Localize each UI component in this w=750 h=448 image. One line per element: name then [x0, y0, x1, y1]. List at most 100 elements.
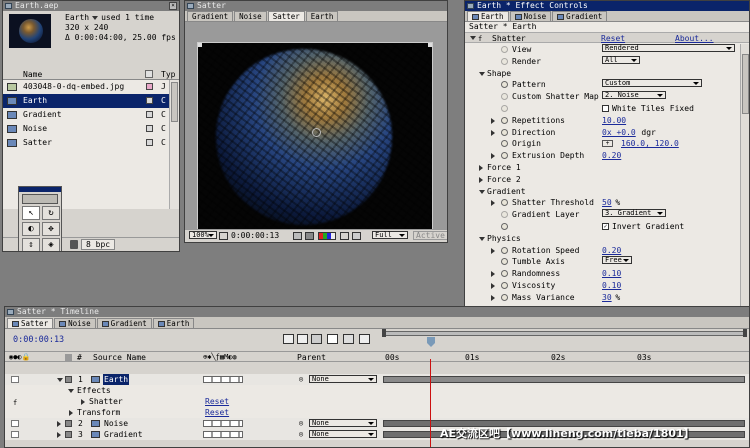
stopwatch-icon[interactable] [501, 116, 508, 124]
table-row[interactable]: 1 Earth ◎ None [5, 374, 749, 385]
label-color-swatch[interactable] [146, 125, 153, 132]
project-scrollbar[interactable] [169, 80, 179, 209]
tab-satter[interactable]: Satter [7, 318, 54, 328]
property-value[interactable]: 0.20 [602, 245, 621, 257]
project-list-item[interactable]: Satter C [3, 136, 179, 150]
property-dropdown[interactable]: Free [602, 256, 632, 265]
parent-dropdown[interactable]: None [309, 419, 377, 427]
timeline-current-time[interactable]: 0:00:00:13 [13, 335, 64, 345]
column-source-name[interactable]: Source Name [93, 352, 146, 363]
twirl-closed-icon[interactable] [479, 176, 483, 183]
label-color-swatch[interactable] [146, 111, 153, 118]
bit-depth-button[interactable]: 8 bpc [81, 239, 116, 250]
project-list-item[interactable]: Noise C [3, 122, 179, 136]
tab-noise[interactable]: Noise [234, 11, 267, 21]
twirl-open-icon[interactable] [479, 71, 485, 76]
draft-3d-icon[interactable] [297, 334, 308, 344]
pick-whip-icon[interactable]: ◎ [299, 418, 303, 429]
tab-gradient[interactable]: Gradient [187, 11, 234, 21]
safe-zones-icon[interactable] [219, 232, 228, 240]
twirl-closed-icon[interactable] [491, 247, 495, 254]
comp-marker-icon[interactable] [283, 334, 294, 344]
property-dropdown[interactable]: All [602, 55, 640, 64]
reset-link[interactable]: Reset [205, 396, 229, 407]
twirl-open-icon[interactable] [479, 189, 485, 194]
twirl-closed-icon[interactable] [81, 399, 85, 405]
layer-duration-bar[interactable] [383, 376, 745, 383]
rotate-tool-icon[interactable]: ↻ [42, 206, 60, 220]
stopwatch-icon[interactable] [501, 128, 508, 136]
twirl-closed-icon[interactable] [491, 271, 495, 278]
track-z-tool-icon[interactable]: ⇕ [22, 238, 40, 251]
twirl-closed-icon[interactable] [491, 200, 495, 207]
layer-switches[interactable] [203, 376, 243, 383]
playhead-line[interactable] [430, 359, 431, 447]
tab-gradient[interactable]: Gradient [552, 11, 608, 21]
twirl-closed-icon[interactable] [479, 165, 483, 171]
property-dropdown[interactable]: Custom [602, 79, 702, 88]
property-value[interactable]: 10.00 [602, 115, 626, 127]
shy-layers-icon[interactable] [311, 334, 322, 344]
property-value[interactable]: 0.10 [602, 280, 621, 292]
twirl-closed-icon[interactable] [491, 153, 495, 160]
twirl-closed-icon[interactable] [69, 410, 73, 416]
time-navigator[interactable] [383, 331, 747, 336]
tools-title-bar[interactable] [19, 187, 61, 192]
effect-controls-title-bar[interactable]: Earth * Effect Controls [465, 1, 749, 11]
column-name[interactable]: Name [23, 70, 42, 79]
scroll-thumb[interactable] [171, 82, 178, 122]
checkbox[interactable] [602, 105, 609, 112]
parent-dropdown[interactable]: None [309, 375, 377, 383]
frame-blending-icon[interactable] [327, 334, 338, 344]
layer-switches[interactable] [203, 431, 243, 438]
property-value[interactable]: 50 [602, 197, 612, 209]
property-value[interactable]: 30 [602, 292, 612, 304]
tab-earth[interactable]: Earth [467, 11, 509, 21]
label-color-swatch[interactable] [146, 97, 153, 104]
motion-blur-icon[interactable] [343, 334, 354, 344]
timeline-title-bar[interactable]: Satter * Timeline [5, 307, 749, 317]
stopwatch-icon[interactable] [501, 282, 508, 289]
table-row[interactable]: Effects [5, 385, 749, 396]
column-type[interactable]: Typ [161, 70, 175, 79]
pan-behind-tool-icon[interactable]: ◈ [42, 238, 60, 251]
twirl-closed-icon[interactable] [491, 129, 495, 136]
project-list-item[interactable]: 403048-0-dq-embed.jpg J [3, 80, 179, 94]
label-color-swatch[interactable] [65, 431, 72, 438]
pick-whip-icon[interactable]: ◎ [299, 429, 303, 440]
zoom-dropdown[interactable]: 100% [189, 231, 217, 239]
column-parent[interactable]: Parent [297, 352, 326, 363]
video-toggle-icon[interactable] [11, 420, 19, 427]
shatter-origin-icon[interactable] [312, 128, 321, 137]
parent-dropdown[interactable]: None [309, 430, 377, 438]
twirl-closed-icon[interactable] [57, 421, 61, 427]
current-time[interactable]: 0:00:00:13 [231, 231, 279, 241]
video-toggle-icon[interactable] [11, 431, 19, 438]
label-column-icon[interactable] [145, 70, 153, 78]
property-dropdown[interactable]: 3. Gradient [602, 209, 666, 218]
orbit-camera-tool-icon[interactable]: ◐ [22, 222, 40, 236]
property-value[interactable]: 0.10 [602, 268, 621, 280]
layer-name[interactable]: Gradient [103, 429, 144, 440]
tab-noise[interactable]: Noise [509, 11, 552, 21]
effect-expand-icon[interactable] [470, 36, 476, 40]
property-value[interactable]: 0.20 [602, 150, 621, 162]
table-row[interactable]: f Shatter Reset [5, 396, 749, 407]
navigator-end-handle[interactable] [743, 329, 747, 337]
navigator-start-handle[interactable] [382, 329, 386, 337]
tab-noise[interactable]: Noise [54, 318, 96, 328]
graph-icon[interactable] [359, 334, 370, 344]
chevron-down-icon[interactable] [92, 16, 99, 20]
stopwatch-icon[interactable] [501, 140, 508, 148]
trash-icon[interactable] [70, 240, 78, 249]
project-list-item[interactable]: Gradient C [3, 108, 179, 122]
crosshair-icon[interactable]: + [602, 140, 613, 148]
snapshot-icon[interactable] [293, 232, 302, 240]
comp-canvas[interactable] [197, 42, 433, 236]
channel-icon[interactable] [318, 232, 336, 240]
twirl-closed-icon[interactable] [491, 117, 495, 124]
region-icon[interactable] [340, 232, 349, 240]
effect-about-link[interactable]: About... [675, 33, 714, 44]
close-icon[interactable]: × [169, 2, 177, 10]
effect-scrollbar[interactable] [740, 44, 749, 343]
